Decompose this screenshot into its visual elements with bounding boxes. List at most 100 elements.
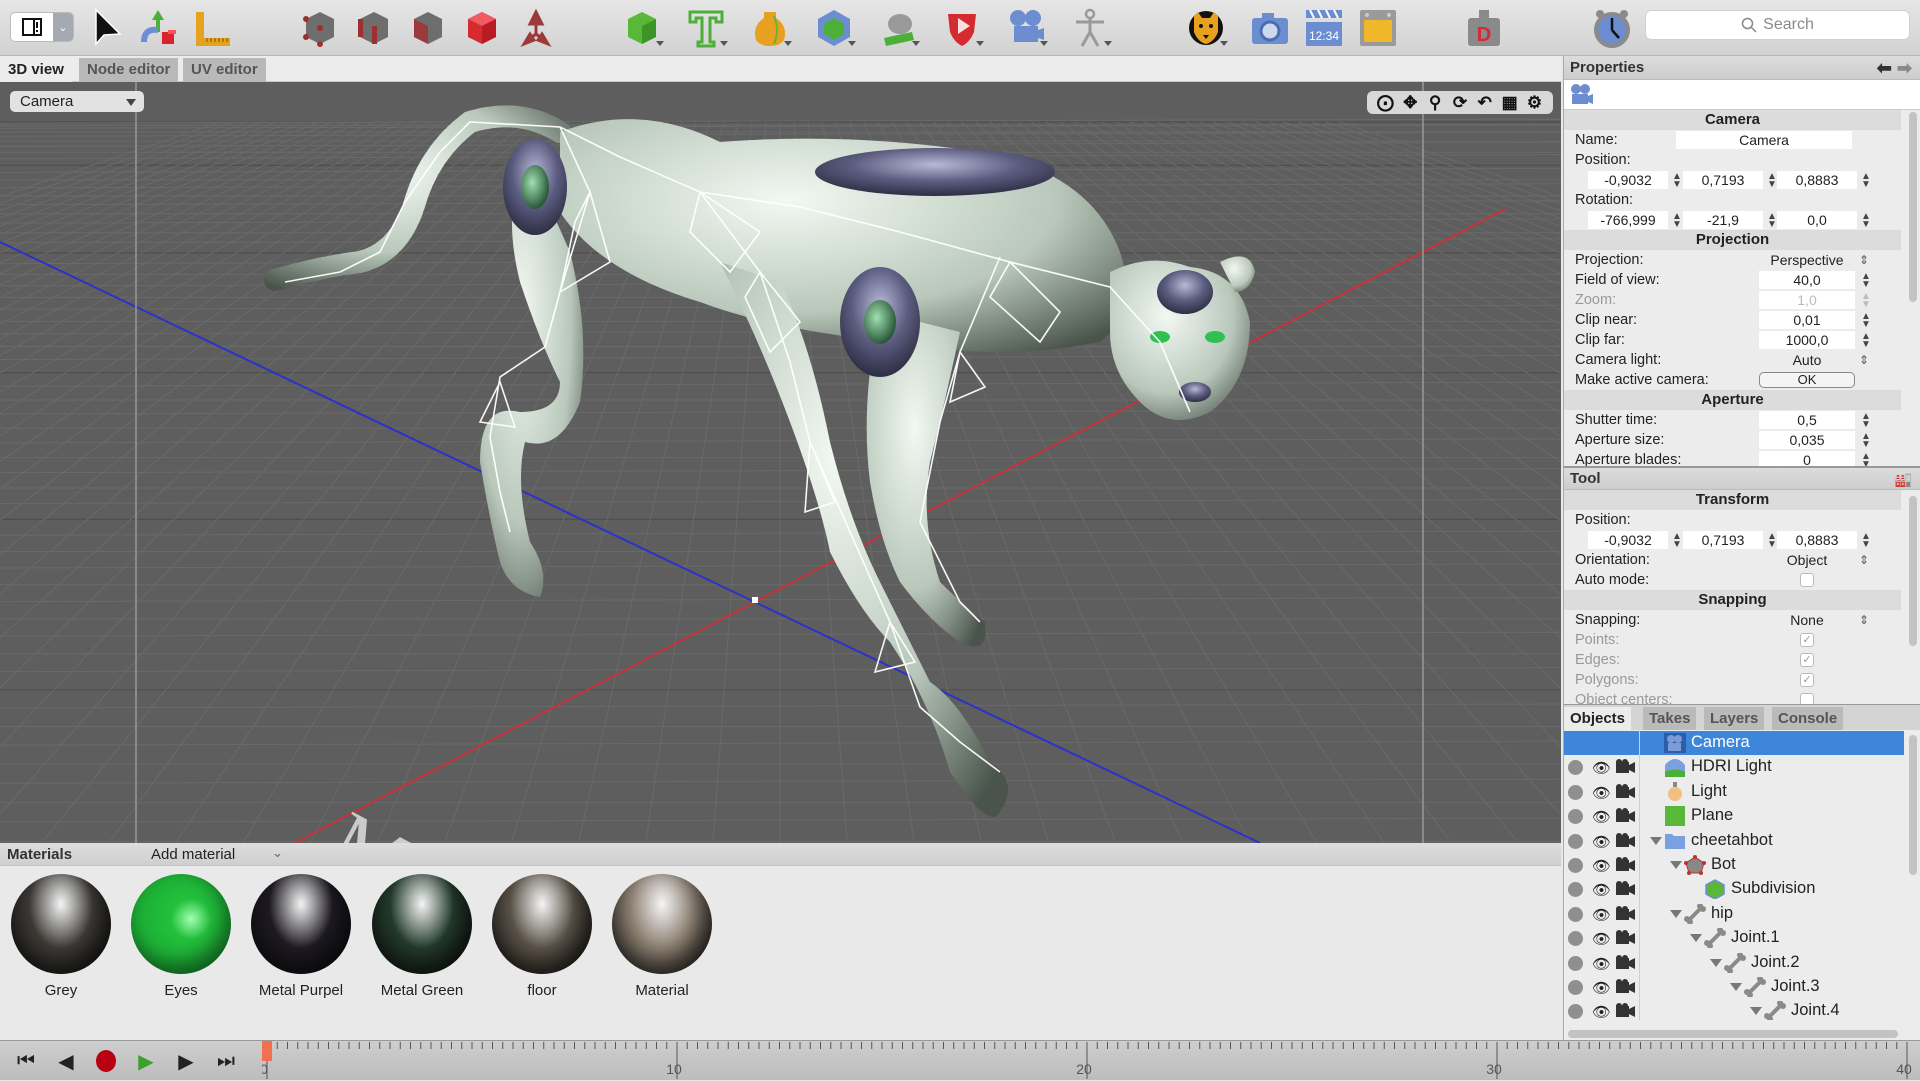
object-tree-row[interactable]: 👁 Plane bbox=[1564, 804, 1904, 828]
forward-arrow-icon[interactable]: ➡ bbox=[1897, 58, 1912, 78]
factory-icon[interactable]: 🏭 bbox=[1895, 468, 1912, 490]
position-x-field[interactable]: -0,9032 bbox=[1588, 171, 1668, 189]
play-button[interactable]: ▶ bbox=[134, 1050, 158, 1073]
object-tree-row[interactable]: 👁 Subdivision bbox=[1564, 877, 1904, 901]
properties-scrollbar[interactable] bbox=[1909, 112, 1917, 302]
add-camera-button[interactable] bbox=[1004, 6, 1048, 50]
position-z-stepper[interactable]: ▲ ▼ bbox=[1861, 172, 1871, 190]
grid-layout-icon[interactable]: ▦ bbox=[1499, 91, 1521, 114]
tool-position-z-stepper[interactable]: ▲ ▼ bbox=[1861, 532, 1871, 550]
rotation-x-stepper[interactable]: ▲ ▼ bbox=[1672, 212, 1682, 230]
snapping-select[interactable]: None bbox=[1759, 610, 1855, 630]
make-active-ok-button[interactable]: OK bbox=[1759, 372, 1855, 388]
expand-triangle-icon[interactable] bbox=[1670, 909, 1682, 918]
tab-node-editor[interactable]: Node editor bbox=[79, 58, 179, 82]
auto-mode-checkbox[interactable] bbox=[1800, 573, 1814, 587]
render-dot-icon[interactable] bbox=[1568, 809, 1583, 825]
rotation-z-stepper[interactable]: ▲ ▼ bbox=[1861, 212, 1871, 230]
tool-position-x-stepper[interactable]: ▲ ▼ bbox=[1672, 532, 1682, 550]
render-dot-icon[interactable] bbox=[1568, 906, 1583, 922]
prev-key-button[interactable]: ◀ bbox=[54, 1050, 78, 1073]
3d-viewport[interactable]: Camera ⨀ ✥ ⚲ ⟳ ↶ ▦ ⚙ MacW.com bbox=[0, 82, 1561, 843]
tab-console[interactable]: Console bbox=[1772, 707, 1844, 730]
polygon-mode-button[interactable] bbox=[406, 6, 450, 50]
visibility-eye-icon[interactable]: 👁 bbox=[1592, 833, 1611, 851]
render-dot-icon[interactable] bbox=[1568, 931, 1583, 947]
expand-triangle-icon[interactable] bbox=[1730, 983, 1742, 991]
object-centers-checkbox[interactable] bbox=[1800, 693, 1814, 704]
object-tree-row[interactable]: 👁 cheetahbot bbox=[1564, 829, 1904, 853]
material-item[interactable]: Material bbox=[611, 874, 713, 999]
expand-triangle-icon[interactable] bbox=[1650, 836, 1662, 845]
clip-far-field[interactable]: 1000,0 bbox=[1759, 331, 1855, 349]
visibility-eye-icon[interactable]: 👁 bbox=[1592, 906, 1611, 924]
visibility-eye-icon[interactable]: 👁 bbox=[1592, 808, 1611, 826]
aperture-size-field[interactable]: 0,035 bbox=[1759, 431, 1855, 449]
tool-position-z-field[interactable]: 0,8883 bbox=[1777, 531, 1857, 549]
render-dot-icon[interactable] bbox=[1568, 955, 1583, 971]
snapshot-button[interactable] bbox=[1248, 6, 1292, 50]
tool-position-y-field[interactable]: 0,7193 bbox=[1683, 531, 1763, 549]
render-dot-icon[interactable] bbox=[1568, 882, 1583, 898]
fov-field[interactable]: 40,0 bbox=[1759, 271, 1855, 289]
shutter-stepper[interactable]: ▲ ▼ bbox=[1861, 412, 1871, 430]
orientation-updown-icon[interactable]: ⇕ bbox=[1859, 550, 1869, 570]
render-dot-icon[interactable] bbox=[1568, 833, 1583, 849]
tab-objects[interactable]: Objects bbox=[1564, 707, 1632, 730]
select-arrow-tool[interactable] bbox=[86, 6, 130, 50]
material-item[interactable]: Metal Green bbox=[371, 874, 473, 999]
fov-stepper[interactable]: ▲ ▼ bbox=[1861, 272, 1871, 290]
projection-select[interactable]: Perspective bbox=[1759, 250, 1855, 270]
tab-3d-view[interactable]: 3D view bbox=[0, 58, 72, 82]
camera-visibility-icon[interactable] bbox=[1616, 954, 1636, 970]
objects-scrollbar[interactable] bbox=[1909, 735, 1917, 875]
tool-position-x-field[interactable]: -0,9032 bbox=[1588, 531, 1668, 549]
dynamics-button[interactable]: D bbox=[1462, 6, 1506, 50]
playhead[interactable] bbox=[262, 1041, 272, 1061]
camera-visibility-icon[interactable] bbox=[1616, 979, 1636, 994]
camera-visibility-icon[interactable] bbox=[1616, 1003, 1636, 1018]
clip-near-stepper[interactable]: ▲ ▼ bbox=[1861, 312, 1871, 330]
camera-visibility-icon[interactable] bbox=[1616, 930, 1636, 945]
orbit-icon[interactable]: ⨀ bbox=[1374, 91, 1396, 114]
layout-chevron-down-icon[interactable]: ⌄ bbox=[53, 13, 73, 41]
render-window-button[interactable] bbox=[1356, 6, 1400, 50]
visibility-eye-icon[interactable]: 👁 bbox=[1592, 857, 1611, 875]
point-mode-button[interactable] bbox=[298, 6, 342, 50]
measure-tool[interactable] bbox=[190, 6, 234, 50]
render-button[interactable] bbox=[1184, 6, 1228, 50]
object-mode-button[interactable] bbox=[460, 6, 504, 50]
back-arrow-icon[interactable]: ⬅ bbox=[1877, 58, 1892, 78]
object-tree-row[interactable]: Camera bbox=[1564, 731, 1904, 755]
material-item[interactable]: Eyes bbox=[130, 874, 232, 999]
object-tree-row[interactable]: 👁 hip bbox=[1564, 902, 1904, 926]
rotation-x-field[interactable]: -766,999 bbox=[1588, 211, 1668, 229]
search-input[interactable]: Search bbox=[1645, 10, 1910, 40]
expand-triangle-icon[interactable] bbox=[1750, 1007, 1762, 1016]
camera-visibility-icon[interactable] bbox=[1616, 759, 1636, 774]
timeline-button[interactable]: 12:34 bbox=[1302, 6, 1346, 50]
clip-far-stepper[interactable]: ▲ ▼ bbox=[1861, 332, 1871, 350]
position-z-field[interactable]: 0,8883 bbox=[1777, 171, 1857, 189]
expand-triangle-icon[interactable] bbox=[1710, 958, 1722, 967]
object-tree-row[interactable]: 👁 Bot bbox=[1564, 853, 1904, 877]
camera-visibility-icon[interactable] bbox=[1616, 881, 1636, 896]
material-item[interactable]: Grey bbox=[10, 874, 112, 999]
transform-tool[interactable] bbox=[138, 6, 182, 50]
next-key-button[interactable]: ▶​ bbox=[174, 1050, 198, 1073]
object-tree-row[interactable]: 👁 Joint.3 bbox=[1564, 975, 1904, 999]
edge-mode-button[interactable] bbox=[352, 6, 396, 50]
record-button[interactable] bbox=[94, 1050, 118, 1072]
add-material-button[interactable]: Add material bbox=[151, 846, 235, 863]
camera-visibility-icon[interactable] bbox=[1616, 832, 1636, 848]
camera-light-select[interactable]: Auto bbox=[1759, 350, 1855, 370]
uv-mode-button[interactable] bbox=[514, 6, 558, 50]
tab-layers[interactable]: Layers bbox=[1704, 707, 1765, 730]
object-tree-row[interactable]: 👁 Light bbox=[1564, 780, 1904, 804]
expand-triangle-icon[interactable] bbox=[1670, 861, 1682, 869]
zoom-icon[interactable]: ⚲ bbox=[1424, 91, 1446, 114]
camera-visibility-icon[interactable] bbox=[1616, 905, 1636, 921]
polygons-checkbox[interactable]: ✓ bbox=[1800, 673, 1814, 687]
add-lathe-button[interactable] bbox=[748, 6, 792, 50]
object-tree-row[interactable]: 👁 Joint.2 bbox=[1564, 951, 1904, 975]
